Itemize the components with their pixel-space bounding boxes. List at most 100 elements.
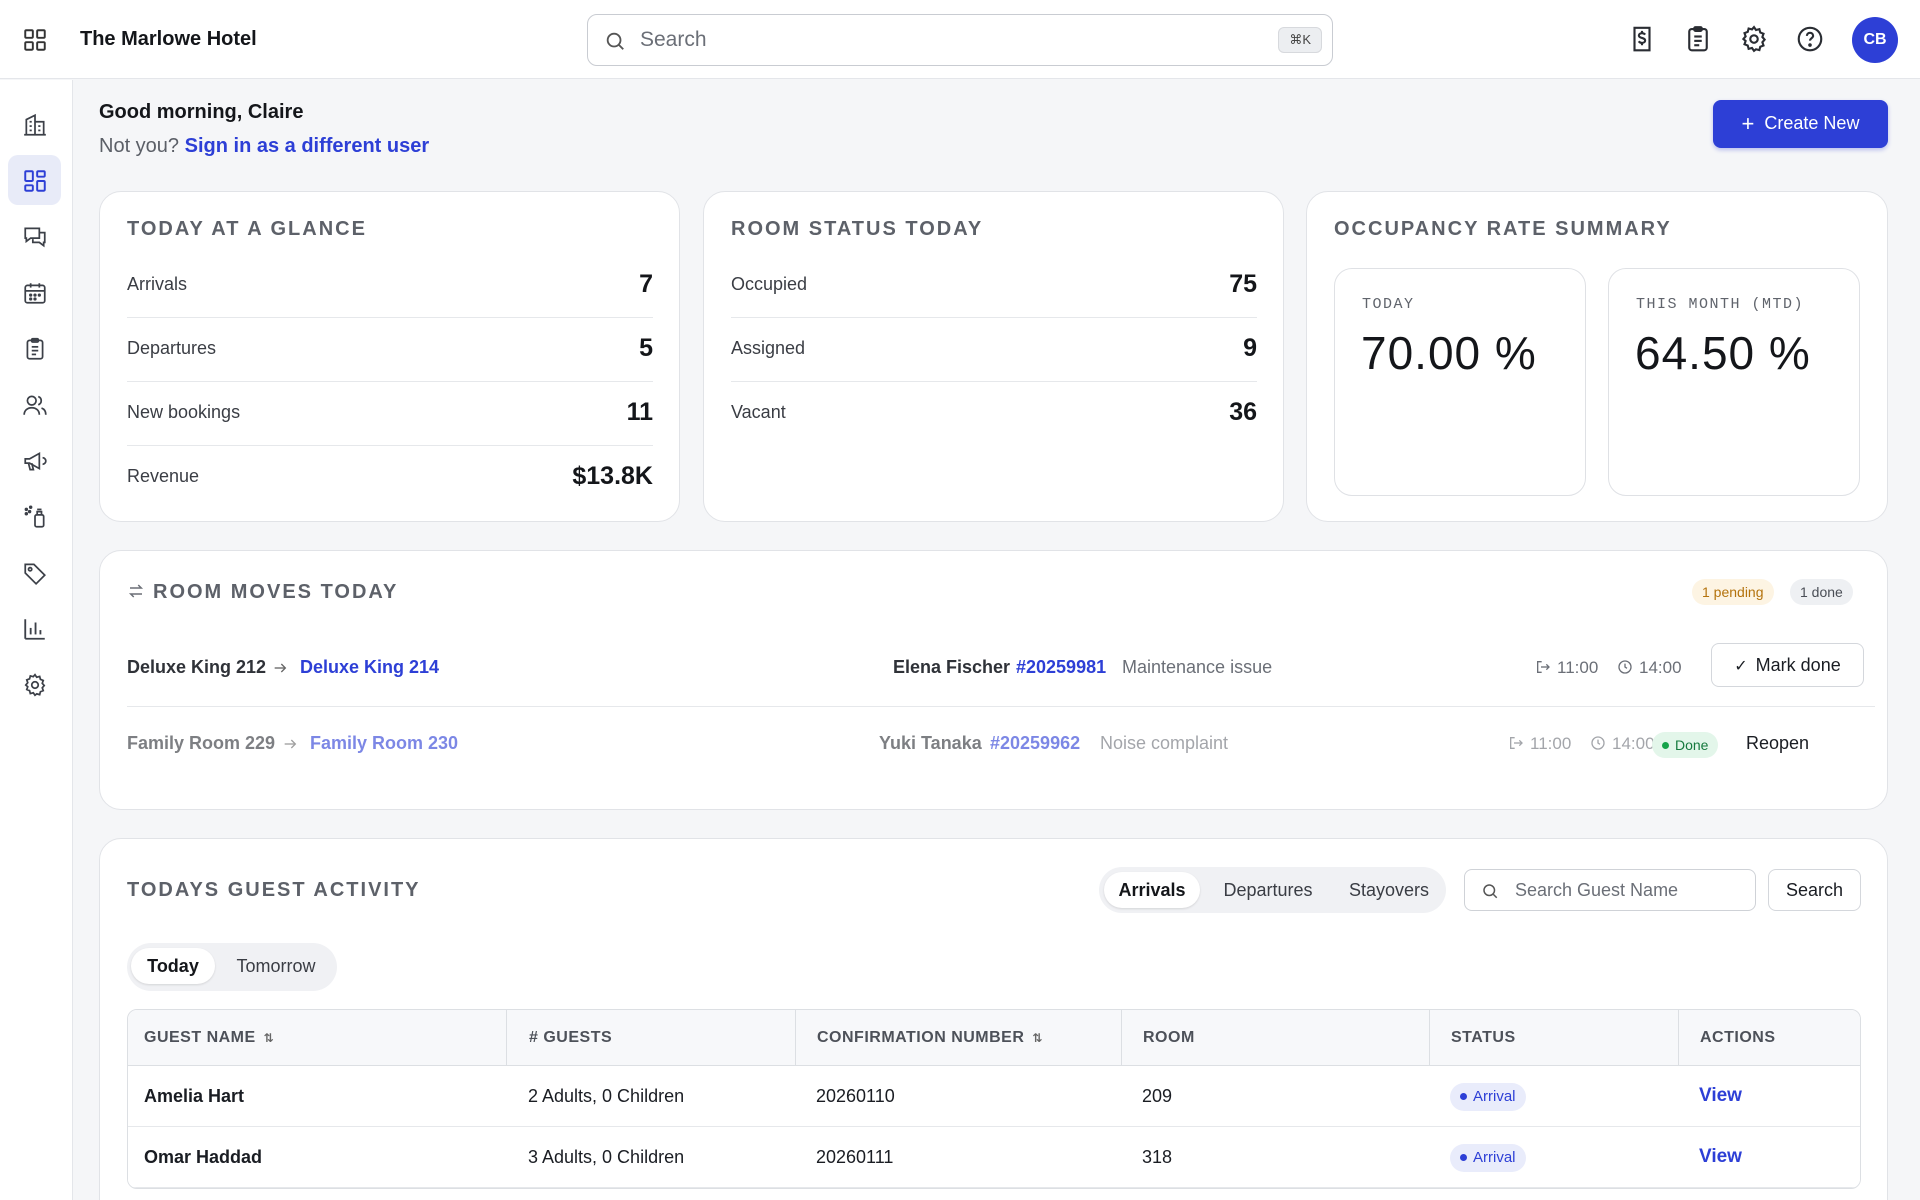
status-badge: Done (1652, 732, 1719, 758)
move-checkin-time: 14:00 (1590, 734, 1655, 754)
occupancy-month-label: THIS MONTH (MTD) (1636, 296, 1805, 313)
column-guest-name[interactable]: GUEST NAME ⇅ (144, 1010, 274, 1066)
greeting-title: Good morning, Claire (99, 101, 304, 123)
check-icon: ✓ (1734, 657, 1748, 675)
column-label: STATUS (1451, 1029, 1516, 1046)
guest-count: 3 Adults, 0 Children (528, 1147, 685, 1167)
tab-tomorrow[interactable]: Tomorrow (219, 948, 333, 984)
confirmation-number: 20260110 (816, 1086, 895, 1106)
stat-value: 36 (1229, 398, 1257, 426)
room-move-row: Family Room 229 Family Room 230 Yuki Tan… (127, 707, 1875, 783)
sort-icon: ⇅ (263, 1031, 275, 1045)
stat-value: $13.8K (572, 462, 653, 490)
stat-label: Vacant (731, 402, 786, 422)
users-icon[interactable] (8, 379, 61, 429)
view-link[interactable]: View (1699, 1085, 1742, 1107)
guest-search[interactable] (1464, 869, 1756, 911)
search-shortcut-hint: ⌘K (1278, 27, 1322, 53)
stat-value: 11 (626, 398, 653, 426)
tab-stayovers[interactable]: Stayovers (1336, 872, 1442, 908)
app-grid-icon[interactable] (22, 27, 48, 53)
clipboard-list-icon[interactable] (8, 323, 61, 373)
room-moves-title: ROOM MOVES TODAY (127, 581, 398, 604)
move-to-room[interactable]: Deluxe King 214 (300, 657, 439, 678)
day-tabs: Today Tomorrow (127, 943, 337, 991)
card-title: TODAY AT A GLANCE (127, 218, 367, 240)
chat-icon[interactable] (8, 211, 61, 261)
guest-activity-card: TODAYS GUEST ACTIVITY Arrivals Departure… (99, 838, 1888, 1200)
bar-chart-icon[interactable] (8, 603, 61, 653)
view-link[interactable]: View (1699, 1146, 1742, 1168)
stat-label: Revenue (127, 466, 200, 486)
not-you-line: Not you? Sign in as a different user (99, 135, 429, 158)
mark-done-label: Mark done (1755, 654, 1841, 675)
move-reason: Maintenance issue (1122, 657, 1273, 677)
swap-icon (128, 584, 144, 598)
stat-row-departures: Departures 5 (127, 318, 653, 382)
avatar[interactable]: CB (1852, 17, 1898, 63)
global-search[interactable]: ⌘K (587, 14, 1333, 66)
checkin-time-text: 14:00 (1612, 734, 1655, 753)
column-label: # GUESTS (529, 1029, 613, 1046)
help-icon[interactable] (1795, 24, 1827, 56)
search-input[interactable] (640, 24, 1240, 56)
move-guest-name: Yuki Tanaka (879, 733, 982, 753)
clipboard-icon[interactable] (1683, 24, 1715, 56)
search-icon (1483, 884, 1498, 899)
status-dot (1460, 1154, 1467, 1161)
tab-arrivals[interactable]: Arrivals (1104, 872, 1200, 908)
mark-done-button[interactable]: ✓ Mark done (1711, 643, 1864, 687)
column-label: GUEST NAME (144, 1029, 256, 1046)
stat-value: 5 (639, 334, 653, 362)
megaphone-icon[interactable] (8, 435, 61, 485)
dashboard-icon[interactable] (8, 155, 61, 205)
occupancy-today: TODAY 70.00 % (1334, 268, 1586, 496)
stat-label: Arrivals (127, 274, 188, 294)
create-new-button[interactable]: + Create New (1713, 100, 1888, 148)
reopen-button[interactable]: Reopen (1746, 733, 1809, 754)
guest-name: Amelia Hart (144, 1086, 245, 1106)
billing-icon[interactable] (1627, 24, 1659, 56)
move-confirmation-link[interactable]: #20259981 (1016, 657, 1106, 678)
tab-today[interactable]: Today (131, 948, 215, 984)
tag-icon[interactable] (8, 547, 61, 597)
stat-value: 7 (639, 270, 653, 298)
building-icon[interactable] (8, 99, 61, 149)
stat-row-assigned: Assigned 9 (731, 318, 1257, 382)
cleaning-icon[interactable] (8, 491, 61, 541)
gear-icon[interactable] (1739, 24, 1771, 56)
top-bar: The Marlowe Hotel ⌘K CB (0, 0, 1920, 79)
column-room: ROOM (1121, 1010, 1195, 1066)
column-label: CONFIRMATION NUMBER (817, 1029, 1025, 1046)
room-moves-title-text: ROOM MOVES TODAY (153, 581, 399, 603)
sort-icon: ⇅ (1032, 1031, 1043, 1045)
guest-search-button[interactable]: Search (1768, 869, 1861, 911)
guest-name: Omar Haddad (144, 1147, 263, 1167)
sidebar (0, 80, 73, 1200)
stat-row-vacant: Vacant 36 (731, 382, 1257, 446)
room-number: 209 (1142, 1086, 1173, 1106)
move-to-room[interactable]: Family Room 230 (310, 733, 458, 754)
status-badge: Arrival (1450, 1144, 1526, 1172)
calendar-icon[interactable] (8, 267, 61, 317)
settings-icon[interactable] (8, 659, 61, 709)
clock-icon (1591, 736, 1605, 750)
stat-row-revenue: Revenue $13.8K (127, 446, 653, 510)
guest-activity-table: GUEST NAME ⇅ # GUESTS CONFIRMATION NUMBER… (127, 1009, 1861, 1189)
exit-icon (1510, 737, 1523, 749)
occupancy-card: OCCUPANCY RATE SUMMARY TODAY 70.00 % THI… (1306, 191, 1888, 522)
create-new-label: Create New (1764, 113, 1860, 133)
column-label: ACTIONS (1700, 1029, 1776, 1046)
tab-departures[interactable]: Departures (1206, 872, 1330, 908)
column-status: STATUS (1429, 1010, 1516, 1066)
move-checkout-time: 11:00 (1535, 658, 1598, 678)
checkout-time-text: 11:00 (1557, 658, 1599, 677)
move-checkin-time: 14:00 (1617, 658, 1682, 678)
move-confirmation-link[interactable]: #20259962 (990, 733, 1080, 754)
stat-row-occupied: Occupied 75 (731, 254, 1257, 318)
column-confirmation[interactable]: CONFIRMATION NUMBER ⇅ (795, 1010, 1043, 1066)
arrow-right-icon (284, 739, 297, 749)
guest-search-input[interactable] (1515, 876, 1745, 904)
switch-user-link[interactable]: Sign in as a different user (185, 135, 430, 157)
room-moves-card: ROOM MOVES TODAY 1 pending 1 done Deluxe… (99, 550, 1888, 810)
